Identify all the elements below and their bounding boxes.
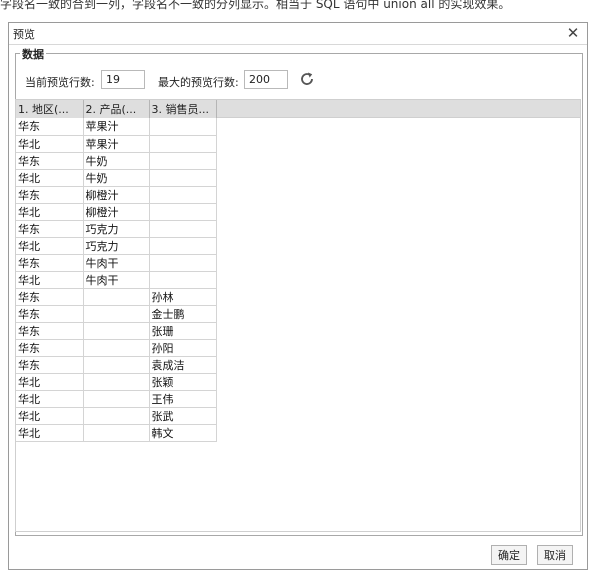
- max-rows-input[interactable]: [244, 70, 288, 89]
- table-cell[interactable]: 张颖: [149, 373, 217, 391]
- table-cell[interactable]: 袁成洁: [149, 356, 217, 374]
- table-cell[interactable]: [83, 322, 150, 340]
- preview-table: 1. 地区(... 2. 产品(... 3. 销售员... 华东 苹果汁 华北 苹果汁…: [16, 100, 217, 442]
- table-cell[interactable]: 金士鹏: [149, 305, 217, 323]
- table-cell[interactable]: [149, 271, 217, 289]
- table-cell[interactable]: 华北: [16, 407, 84, 425]
- table-cell[interactable]: 苹果汁: [83, 135, 150, 153]
- current-rows-input[interactable]: [101, 70, 145, 89]
- column-header-product[interactable]: 2. 产品(...: [83, 100, 150, 118]
- table-cell[interactable]: 牛肉干: [83, 271, 150, 289]
- table-row[interactable]: 华北 苹果汁: [16, 135, 217, 153]
- table-cell[interactable]: 华北: [16, 271, 84, 289]
- table-cell[interactable]: [149, 254, 217, 272]
- current-rows-label: 当前预览行数:: [25, 76, 95, 89]
- top-caption: 字段名一致的合到一列，字段名不一致的分列显示。相当于 SQL 语句中 union…: [0, 0, 511, 11]
- table-cell[interactable]: [83, 356, 150, 374]
- table-cell[interactable]: 华北: [16, 424, 84, 442]
- table-row[interactable]: 华东 柳橙汁: [16, 186, 217, 204]
- dialog-title: 预览: [13, 28, 35, 41]
- table-row[interactable]: 华东 金士鹏: [16, 305, 217, 323]
- preview-table-area: 1. 地区(... 2. 产品(... 3. 销售员... 华东 苹果汁 华北 苹果汁…: [15, 99, 581, 532]
- table-row[interactable]: 华北 韩文: [16, 424, 217, 442]
- dialog-titlebar: 预览 ✕: [9, 23, 587, 45]
- table-cell[interactable]: [83, 390, 150, 408]
- preview-dialog: 预览 ✕ 数据 当前预览行数: 最大的预览行数: 1. 地区(... 2. 产品…: [8, 22, 588, 570]
- table-row[interactable]: 华东 袁成洁: [16, 356, 217, 374]
- table-row[interactable]: 华北 张武: [16, 407, 217, 425]
- table-row[interactable]: 华东 苹果汁: [16, 118, 217, 136]
- table-cell[interactable]: 孙林: [149, 288, 217, 306]
- table-cell[interactable]: [149, 135, 217, 153]
- table-cell[interactable]: 华东: [16, 339, 84, 357]
- table-row[interactable]: 华北 王伟: [16, 390, 217, 408]
- table-cell[interactable]: 华东: [16, 322, 84, 340]
- table-cell[interactable]: [83, 424, 150, 442]
- table-row[interactable]: 华东 牛奶: [16, 152, 217, 170]
- table-cell[interactable]: [83, 288, 150, 306]
- table-row[interactable]: 华东 巧克力: [16, 220, 217, 238]
- table-row[interactable]: 华北 巧克力: [16, 237, 217, 255]
- table-cell[interactable]: 华北: [16, 237, 84, 255]
- table-cell[interactable]: 孙阳: [149, 339, 217, 357]
- table-cell[interactable]: 华东: [16, 220, 84, 238]
- table-cell[interactable]: 华东: [16, 305, 84, 323]
- table-cell[interactable]: 牛奶: [83, 152, 150, 170]
- table-cell[interactable]: 华北: [16, 373, 84, 391]
- table-cell[interactable]: 华北: [16, 203, 84, 221]
- table-cell[interactable]: [149, 152, 217, 170]
- table-row[interactable]: 华东 孙阳: [16, 339, 217, 357]
- table-row[interactable]: 华东 张珊: [16, 322, 217, 340]
- table-cell[interactable]: 华东: [16, 254, 84, 272]
- table-row[interactable]: 华北 牛奶: [16, 169, 217, 187]
- table-cell[interactable]: 张武: [149, 407, 217, 425]
- table-cell[interactable]: [149, 220, 217, 238]
- table-cell[interactable]: 华东: [16, 186, 84, 204]
- table-cell[interactable]: 牛奶: [83, 169, 150, 187]
- table-cell[interactable]: [83, 407, 150, 425]
- table-cell[interactable]: 华北: [16, 390, 84, 408]
- table-cell[interactable]: 华东: [16, 152, 84, 170]
- column-header-salesperson[interactable]: 3. 销售员...: [149, 100, 217, 118]
- table-cell[interactable]: [149, 118, 217, 136]
- table-cell[interactable]: 韩文: [149, 424, 217, 442]
- table-cell[interactable]: 华北: [16, 169, 84, 187]
- table-cell[interactable]: 牛肉干: [83, 254, 150, 272]
- table-row[interactable]: 华北 牛肉干: [16, 271, 217, 289]
- table-cell[interactable]: [149, 203, 217, 221]
- table-cell[interactable]: 柳橙汁: [83, 203, 150, 221]
- table-row[interactable]: 华东 牛肉干: [16, 254, 217, 272]
- close-icon[interactable]: ✕: [565, 24, 581, 42]
- table-cell[interactable]: [83, 373, 150, 391]
- table-row[interactable]: 华北 张颖: [16, 373, 217, 391]
- table-cell[interactable]: 巧克力: [83, 220, 150, 238]
- table-cell[interactable]: 苹果汁: [83, 118, 150, 136]
- table-header-row: 1. 地区(... 2. 产品(... 3. 销售员...: [16, 100, 217, 118]
- table-cell[interactable]: 华东: [16, 118, 84, 136]
- table-row[interactable]: 华东 孙林: [16, 288, 217, 306]
- table-cell[interactable]: 华东: [16, 288, 84, 306]
- ok-button[interactable]: 确定: [491, 545, 527, 565]
- refresh-icon[interactable]: [299, 71, 315, 87]
- max-rows-label: 最大的预览行数:: [158, 76, 239, 89]
- table-cell[interactable]: [149, 169, 217, 187]
- table-cell[interactable]: 华北: [16, 135, 84, 153]
- cancel-button[interactable]: 取消: [537, 545, 573, 565]
- table-cell[interactable]: 张珊: [149, 322, 217, 340]
- table-cell[interactable]: 巧克力: [83, 237, 150, 255]
- table-cell[interactable]: [83, 339, 150, 357]
- table-cell[interactable]: [149, 237, 217, 255]
- table-row[interactable]: 华北 柳橙汁: [16, 203, 217, 221]
- table-cell[interactable]: 王伟: [149, 390, 217, 408]
- table-cell[interactable]: [149, 186, 217, 204]
- group-title: 数据: [20, 46, 46, 62]
- column-header-region[interactable]: 1. 地区(...: [16, 100, 84, 118]
- table-cell[interactable]: 华东: [16, 356, 84, 374]
- table-cell[interactable]: 柳橙汁: [83, 186, 150, 204]
- table-cell[interactable]: [83, 305, 150, 323]
